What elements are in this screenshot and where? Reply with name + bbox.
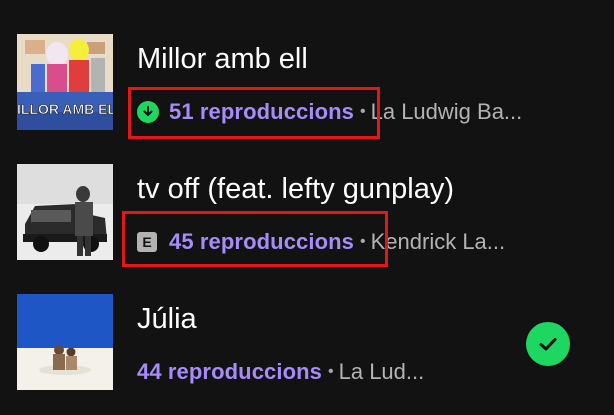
artist-name: La Lud... bbox=[338, 359, 425, 384]
album-cover-tv-off bbox=[17, 164, 113, 260]
separator-dot: • bbox=[328, 363, 334, 380]
track-row-tv-off[interactable]: tv off (feat. lefty gunplay) E 45 reprod… bbox=[0, 142, 614, 267]
artist-name: Kendrick La... bbox=[370, 229, 506, 254]
track-title: Millor amb ell bbox=[137, 43, 308, 75]
album-cover-julia bbox=[17, 294, 113, 390]
play-count: 44 reproduccions bbox=[137, 359, 322, 384]
album-cover-millor-amb-ell: MILLOR AMB ELL bbox=[17, 34, 113, 130]
artist-name: La Ludwig Ba... bbox=[370, 99, 523, 124]
highlight-box bbox=[122, 211, 388, 267]
track-row-millor-amb-ell[interactable]: MILLOR AMB ELL Millor amb ell 51 reprodu… bbox=[0, 12, 614, 139]
track-title: Júlia bbox=[137, 303, 197, 335]
highlight-box bbox=[128, 87, 380, 139]
check-icon[interactable] bbox=[526, 322, 570, 366]
track-meta: 44 reproduccions • La Lud... bbox=[137, 356, 424, 388]
cover-text: MILLOR AMB ELL bbox=[17, 101, 113, 117]
track-title: tv off (feat. lefty gunplay) bbox=[137, 173, 455, 205]
track-row-julia[interactable]: Júlia 44 reproduccions • La Lud... bbox=[0, 272, 614, 396]
